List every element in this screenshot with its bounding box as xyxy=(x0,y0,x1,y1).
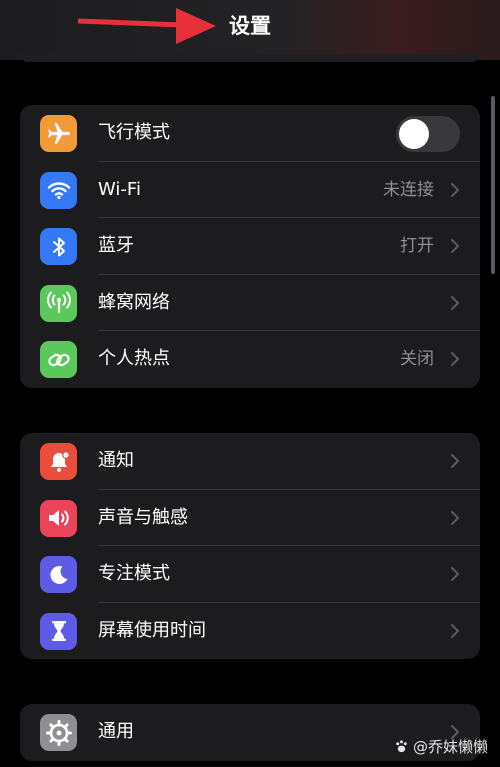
toggle-knob xyxy=(399,119,429,149)
watermark: @乔妹懒懒 xyxy=(394,736,488,757)
chevron-right-icon xyxy=(451,295,459,310)
chevron-right-icon xyxy=(451,454,459,468)
moon-icon xyxy=(40,556,77,593)
wifi-row[interactable]: Wi-Fi 未连接 xyxy=(20,162,480,218)
annotation-arrow xyxy=(78,8,216,44)
notifications-row[interactable]: 通知 xyxy=(20,433,480,490)
sounds-label: 声音与触感 xyxy=(98,506,188,528)
hotspot-label: 个人热点 xyxy=(98,348,170,369)
airplane-mode-toggle[interactable] xyxy=(396,116,460,152)
chevron-right-icon xyxy=(451,623,459,638)
notifications-label: 通知 xyxy=(98,450,134,471)
wifi-status: 未连接 xyxy=(383,179,434,200)
page-title: 设置 xyxy=(229,14,271,38)
screen-time-row[interactable]: 屏幕使用时间 xyxy=(20,603,480,660)
focus-label: 专注模式 xyxy=(98,563,170,584)
hotspot-icon xyxy=(40,341,77,378)
bluetooth-icon xyxy=(40,228,77,265)
antenna-icon xyxy=(40,284,77,322)
bluetooth-label: 蓝牙 xyxy=(98,235,134,256)
paw-icon xyxy=(396,740,407,753)
notifications-group: 通知 声音与触感 专注模式 屏幕使用时间 xyxy=(20,433,480,659)
hourglass-icon xyxy=(40,612,77,650)
airplane-mode-row[interactable]: 飞行模式 xyxy=(20,105,480,162)
scrollbar[interactable] xyxy=(491,96,495,274)
chevron-right-icon xyxy=(451,239,459,253)
airplane-mode-label: 飞行模式 xyxy=(98,122,170,143)
hotspot-row[interactable]: 个人热点 关闭 xyxy=(20,331,480,388)
chevron-right-icon xyxy=(451,352,459,366)
airplane-icon xyxy=(40,115,77,152)
chevron-right-icon xyxy=(451,510,459,525)
bluetooth-row[interactable]: 蓝牙 打开 xyxy=(20,218,480,275)
watermark-text: @乔妹懒懒 xyxy=(412,738,488,756)
bluetooth-status: 打开 xyxy=(400,236,434,256)
connectivity-group: 飞行模式 Wi-Fi 未连接 蓝牙 打开 蜂窝网络 个人热点 关闭 xyxy=(20,105,480,388)
general-label: 通用 xyxy=(98,721,134,742)
screen-time-label: 屏幕使用时间 xyxy=(98,619,206,641)
cellular-label: 蜂窝网络 xyxy=(98,291,170,313)
cellular-row[interactable]: 蜂窝网络 xyxy=(20,275,480,331)
settings-screen: 设置 飞行模式 Wi-Fi 未连接 蓝牙 打开 蜂窝网络 个人热点 关闭 通知 … xyxy=(0,0,500,767)
focus-row[interactable]: 专注模式 xyxy=(20,546,480,603)
sounds-row[interactable]: 声音与触感 xyxy=(20,490,480,546)
chevron-right-icon xyxy=(451,567,459,581)
speaker-icon xyxy=(40,499,77,537)
hidden-search-row xyxy=(20,54,480,62)
gear-icon xyxy=(40,714,77,751)
wifi-icon xyxy=(40,171,77,209)
hotspot-status: 关闭 xyxy=(400,349,434,369)
chevron-right-icon xyxy=(451,182,459,197)
bell-icon xyxy=(40,443,77,480)
navigation-bar: 设置 xyxy=(0,0,500,62)
wifi-label: Wi-Fi xyxy=(98,178,141,200)
